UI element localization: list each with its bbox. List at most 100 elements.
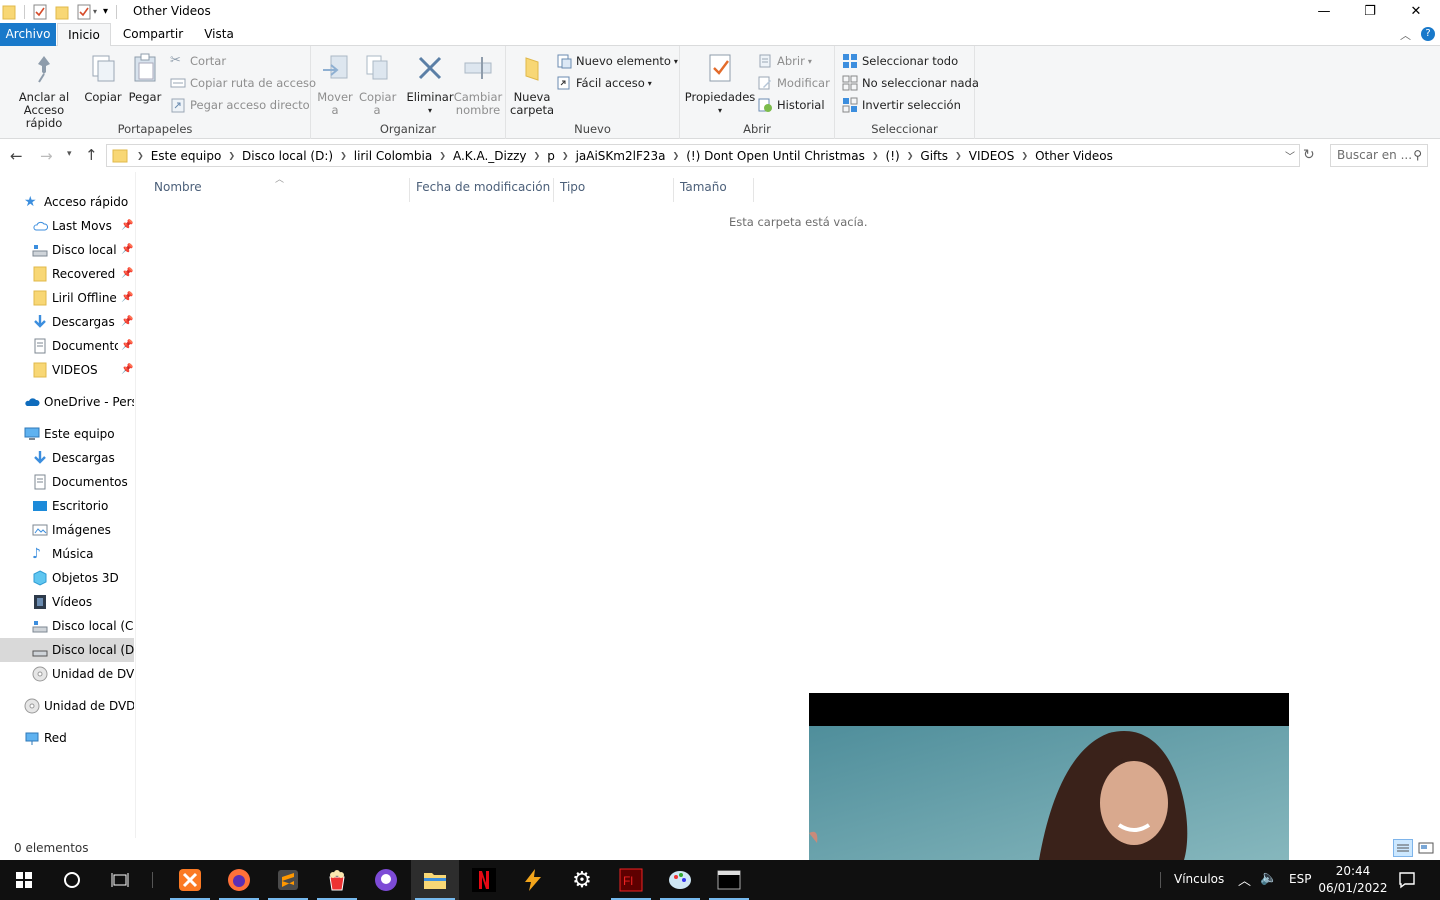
dropdown-arrow-icon[interactable]: ▾ [93,7,97,16]
nav-quick-access[interactable]: ★ Acceso rápido [24,190,134,214]
paste-shortcut-button[interactable]: Pegar acceso directo [170,96,310,114]
column-size[interactable]: Tamaño [674,178,754,202]
chevron-right-icon[interactable]: ❯ [438,151,447,160]
customize-qa-icon[interactable]: ▾ [103,6,108,17]
nav-item-last-movs[interactable]: Last Movs [32,214,118,238]
flash-app[interactable]: Fl [607,860,655,900]
pin-icon[interactable]: 📌 [121,316,133,327]
new-item-button[interactable]: Nuevo elemento ▾ [556,52,678,70]
rename-button[interactable]: Cambiar nombre [453,52,503,117]
recent-locations-icon[interactable]: ▾ [67,149,72,159]
restore-button[interactable]: ❐ [1347,0,1393,23]
pin-quick-access-button[interactable]: Anclar al Acceso rápido [4,52,84,130]
nav-network[interactable]: Red [24,726,134,750]
minimize-button[interactable]: — [1301,0,1347,23]
breadcrumb[interactable]: ❯ Este equipo ❯ Disco local (D:) ❯ liril C… [106,144,1300,167]
close-button[interactable]: ✕ [1393,0,1439,23]
pin-icon[interactable]: 📌 [121,364,133,375]
chevron-right-icon[interactable]: ❯ [339,151,348,160]
crumb-aka-dizzy[interactable]: A.K.A._Dizzy [447,149,533,163]
delete-button[interactable]: Eliminar ▾ [405,52,455,117]
nav-item-documentos-qa[interactable]: Documentos [32,334,118,358]
chevron-right-icon[interactable]: ❯ [1020,151,1029,160]
details-view-button[interactable] [1393,839,1413,857]
language-indicator[interactable]: ESP [1289,872,1311,886]
chevron-right-icon[interactable]: ❯ [906,151,915,160]
new-folder-icon[interactable] [55,4,69,20]
nav-item-descargas-qa[interactable]: Descargas [32,310,118,334]
select-none-button[interactable]: No seleccionar nada [842,74,979,92]
start-button[interactable] [0,860,48,900]
forward-arrow-icon[interactable]: → [40,147,53,165]
video-preview-window[interactable] [809,693,1289,860]
column-modified[interactable]: Fecha de modificación [410,178,554,202]
move-to-button[interactable]: Mover a [317,52,353,117]
netflix-app[interactable] [460,860,508,900]
firefox-app[interactable] [215,860,263,900]
up-arrow-icon[interactable]: ↑ [85,146,98,164]
chevron-right-icon[interactable]: ❯ [671,151,680,160]
nav-item-disco[interactable]: Disco local ( [32,238,118,262]
help-icon[interactable]: ? [1421,27,1435,41]
crumb-jaaiskm[interactable]: jaAiSKm2lF23a [570,149,672,163]
nav-item-videos[interactable]: Vídeos [32,590,134,614]
tab-archivo[interactable]: Archivo [0,23,56,46]
nav-dvd-root[interactable]: Unidad de DVD R [24,694,134,718]
xampp-app[interactable] [166,860,214,900]
nav-item-disco-c[interactable]: Disco local (C:) [32,614,134,638]
notifications-button[interactable] [1398,871,1416,892]
crumb-other-videos[interactable]: Other Videos [1029,149,1119,163]
back-arrow-icon[interactable]: ← [10,147,23,165]
tab-vista[interactable]: Vista [196,23,242,46]
nav-item-objetos-3d[interactable]: Objetos 3D [32,566,134,590]
crumb-liril-colombia[interactable]: liril Colombia [348,149,438,163]
history-button[interactable]: Historial [757,96,825,114]
crumb-dont-open[interactable]: (!) Dont Open Until Christmas [680,149,871,163]
column-name[interactable]: Nombre [148,178,410,202]
crumb-este-equipo[interactable]: Este equipo [145,149,228,163]
chevron-right-icon[interactable]: ❯ [533,151,542,160]
nav-this-pc[interactable]: Este equipo [24,422,134,446]
crumb-videos[interactable]: VIDEOS [963,149,1021,163]
crumb-gifts[interactable]: Gifts [914,149,954,163]
chevron-right-icon[interactable]: ❯ [954,151,963,160]
nav-item-dvd[interactable]: Unidad de DVD [32,662,134,686]
cut-button[interactable]: ✂ Cortar [170,52,226,70]
chevron-right-icon[interactable]: ❯ [561,151,570,160]
select-all-button[interactable]: Seleccionar todo [842,52,958,70]
paint-app[interactable] [656,860,704,900]
chevron-right-icon[interactable]: ❯ [136,151,145,160]
file-explorer-app[interactable] [411,860,459,900]
properties-button[interactable]: Propiedades ▾ [684,52,756,117]
clock[interactable]: 20:44 06/01/2022 [1318,863,1388,897]
crumb-exclaim[interactable]: (!) [880,149,906,163]
easy-access-button[interactable]: Fácil acceso ▾ [556,74,652,92]
nav-item-liril-offline[interactable]: Liril Offline [32,286,118,310]
large-icons-view-button[interactable] [1417,839,1435,857]
settings-app[interactable]: ⚙ [558,860,606,900]
chevron-down-icon[interactable]: ﹀ [1285,148,1295,163]
task-view-button[interactable] [96,860,144,900]
volume-icon[interactable]: 🔈 [1260,870,1277,886]
nav-item-videos-qa[interactable]: VIDEOS [32,358,118,382]
properties-icon[interactable] [33,4,47,20]
nav-item-imagenes[interactable]: Imágenes [32,518,134,542]
search-taskbar-button[interactable] [48,860,96,900]
crumb-p[interactable]: p [541,149,561,163]
nav-item-documentos[interactable]: Documentos [32,470,134,494]
invert-selection-button[interactable]: Invertir selección [842,96,961,114]
pin-icon[interactable]: 📌 [121,340,133,351]
tab-inicio[interactable]: Inicio [57,23,111,47]
copy-to-button[interactable]: Copiar a [359,52,396,117]
winamp-app[interactable] [509,860,557,900]
nav-item-recovered[interactable]: Recovered [32,262,118,286]
github-app[interactable] [362,860,410,900]
nav-item-musica[interactable]: ♪ Música [32,542,134,566]
copy-button[interactable]: Copiar [84,52,122,104]
chevron-right-icon[interactable]: ❯ [871,151,880,160]
pin-icon[interactable]: 📌 [121,220,133,231]
edit-button[interactable]: Modificar [757,74,830,92]
check-properties-icon[interactable] [77,4,91,20]
copy-path-button[interactable]: Copiar ruta de acceso [170,74,316,92]
pin-icon[interactable]: 📌 [121,244,133,255]
